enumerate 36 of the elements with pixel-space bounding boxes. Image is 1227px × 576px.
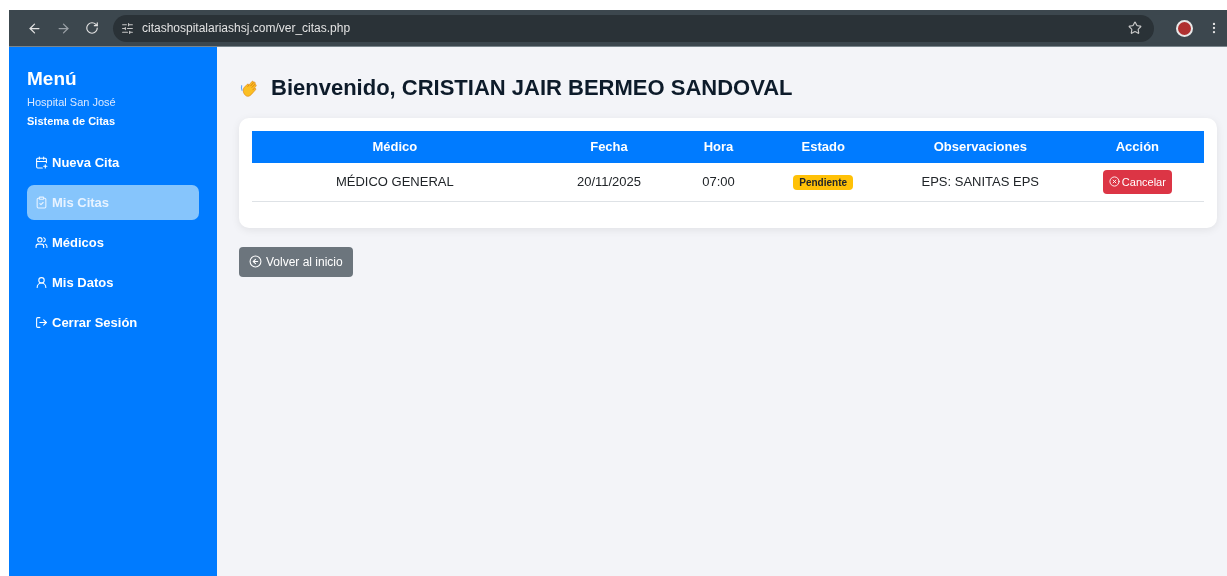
address-bar[interactable]: citashospitalariashsj.com/ver_citas.php	[113, 14, 1154, 42]
back-home-button[interactable]: Volver al inicio	[239, 246, 353, 277]
logout-icon	[35, 316, 48, 329]
person-icon	[35, 276, 48, 289]
column-header: Fecha	[537, 131, 681, 163]
sidebar-item[interactable]: Mis Datos	[27, 265, 199, 300]
sidebar-item[interactable]: Médicos	[27, 225, 199, 260]
forward-icon[interactable]	[56, 20, 71, 36]
column-header: Hora	[680, 131, 757, 163]
table-cell: MÉDICO GENERAL	[252, 163, 538, 201]
bookmark-star-icon[interactable]	[1128, 21, 1142, 35]
reload-icon[interactable]	[85, 21, 99, 35]
table-cell: 20/11/2025	[537, 163, 681, 201]
sidebar-item[interactable]: Cerrar Sesión	[27, 305, 199, 340]
circle-x-icon	[1108, 176, 1120, 188]
sidebar-item[interactable]: Nueva Cita	[27, 145, 199, 180]
status-badge: Pendiente	[793, 175, 854, 190]
circle-arrow-left-icon	[249, 255, 262, 268]
clipboard-check-icon	[35, 196, 48, 209]
table-cell: EPS: SANITAS EPS	[889, 163, 1071, 201]
back-icon[interactable]	[27, 20, 42, 36]
column-header: Acción	[1070, 131, 1204, 163]
url-text: citashospitalariashsj.com/ver_citas.php	[142, 20, 351, 37]
welcome-heading: Bienvenido, CRISTIAN JAIR BERMEO SANDOVAL	[271, 74, 793, 102]
table-cell: 07:00	[680, 163, 757, 201]
sidebar-system-name: Sistema de Citas	[27, 113, 117, 129]
sidebar-subtitle: Hospital San José	[27, 95, 117, 110]
people-icon	[35, 236, 48, 249]
column-header: Médico	[252, 131, 538, 163]
profile-avatar[interactable]	[1176, 19, 1193, 37]
column-header: Observaciones	[889, 131, 1071, 163]
site-settings-icon[interactable]	[121, 21, 134, 35]
sidebar-title: Menú	[27, 67, 78, 91]
calendar-plus-icon	[35, 156, 48, 169]
column-header: Estado	[756, 131, 890, 163]
cancel-button[interactable]: Cancelar	[1102, 169, 1172, 194]
